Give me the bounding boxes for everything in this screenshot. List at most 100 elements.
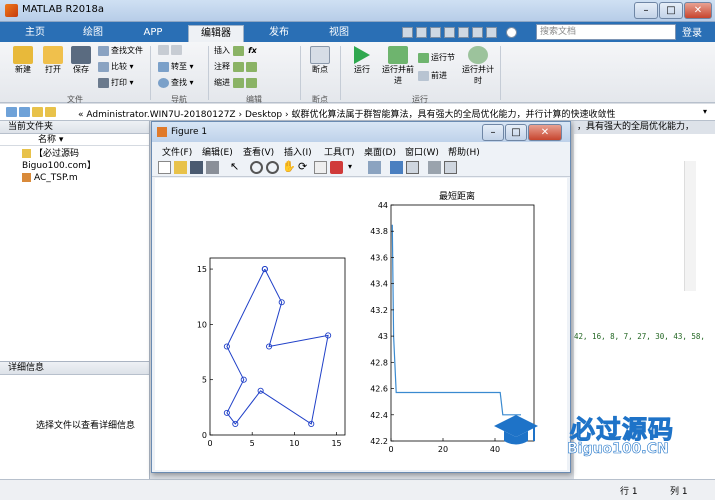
editor-tab-title[interactable]: ，具有强大的全局优化能力， — [574, 121, 715, 134]
open-file-icon[interactable] — [174, 161, 187, 174]
browse-folder-icon[interactable] — [45, 107, 56, 117]
comment-label: 注释 — [214, 62, 230, 71]
data-cursor-icon[interactable] — [314, 161, 327, 174]
open-button[interactable]: 打开 — [40, 46, 66, 75]
nav-arrows[interactable] — [158, 45, 184, 55]
list-item[interactable]: 【必过源码 Biguo100.com】 — [0, 148, 149, 172]
help-icon[interactable] — [506, 27, 517, 38]
address-bar[interactable]: « Administrator.WIN7U-20180127Z › Deskto… — [0, 104, 715, 121]
outdent-icon — [245, 77, 257, 88]
window-title: MATLAB R2018a — [22, 4, 105, 15]
editor-scrollbar[interactable] — [684, 161, 696, 291]
pan-icon[interactable]: ✋ — [282, 161, 296, 174]
menu-desktop[interactable]: 桌面(D) — [364, 145, 396, 158]
link-plot-icon[interactable] — [368, 161, 381, 174]
paste-quick-icon[interactable] — [444, 27, 455, 38]
y-tick-label: 43.8 — [370, 227, 388, 236]
zoom-out-icon[interactable] — [266, 161, 279, 174]
back-arrow-icon[interactable] — [6, 107, 17, 117]
rotate-icon[interactable]: ⟳ — [298, 161, 311, 174]
run-and-time-button[interactable]: 运行并计时 — [462, 46, 494, 86]
insert-button[interactable]: 插入 fx — [214, 45, 257, 56]
search-docs-input[interactable]: 搜索文档 — [536, 24, 676, 40]
hide-tools-icon[interactable] — [428, 161, 441, 174]
goto-button[interactable]: 转至 ▾ — [158, 61, 194, 72]
indent-button[interactable]: 缩进 — [214, 77, 259, 88]
forward-arrow-icon — [171, 45, 182, 55]
name-column-header[interactable]: 名称 ▾ — [0, 134, 149, 146]
zoom-in-icon[interactable] — [250, 161, 263, 174]
current-folder-title: 当前文件夹 — [0, 121, 149, 134]
group-divider — [208, 46, 209, 100]
login-link[interactable]: 登录 — [682, 24, 702, 39]
group-divider — [500, 46, 501, 100]
menu-file[interactable]: 文件(F) — [162, 145, 192, 158]
new-button[interactable]: 新建 — [10, 46, 36, 75]
print-icon — [98, 77, 109, 88]
legend-icon[interactable] — [406, 161, 419, 174]
advance-button[interactable]: 前进 — [418, 70, 447, 81]
list-item[interactable]: AC_TSP.m — [0, 172, 149, 184]
undo-quick-icon[interactable] — [458, 27, 469, 38]
find-button[interactable]: 查找 ▾ — [158, 77, 194, 88]
comment-button[interactable]: 注释 — [214, 61, 259, 72]
figure-minimize-button[interactable]: – — [482, 124, 504, 141]
tab-apps[interactable]: APP — [130, 25, 176, 42]
path-collapse[interactable]: « — [78, 110, 84, 120]
menu-tools[interactable]: 工具(T) — [324, 145, 355, 158]
maximize-button[interactable]: □ — [659, 2, 683, 19]
menu-insert[interactable]: 插入(I) — [284, 145, 312, 158]
tab-plots[interactable]: 绘图 — [70, 25, 116, 42]
find-files-icon — [98, 45, 109, 56]
save-button[interactable]: 保存 — [68, 46, 94, 75]
tab-view[interactable]: 视图 — [316, 25, 362, 42]
pointer-icon[interactable]: ↖ — [230, 161, 243, 174]
tab-home[interactable]: 主页 — [14, 25, 56, 42]
figure-maximize-button[interactable]: □ — [505, 124, 527, 141]
close-button[interactable]: ✕ — [684, 2, 712, 19]
switch-window-icon[interactable] — [486, 27, 497, 38]
save-quick-icon[interactable] — [402, 27, 413, 38]
redo-quick-icon[interactable] — [472, 27, 483, 38]
matlab-figure-icon — [157, 127, 167, 137]
back-arrow-icon — [158, 45, 169, 55]
tab-publish[interactable]: 发布 — [256, 25, 302, 42]
tab-editor[interactable]: 编辑器 — [188, 25, 244, 42]
run-advance-label: 运行并前进 — [382, 65, 414, 85]
file-name: AC_TSP.m — [34, 173, 78, 183]
run-button[interactable]: 运行 — [348, 46, 376, 75]
menu-help[interactable]: 帮助(H) — [448, 145, 480, 158]
compare-button[interactable]: 比较 ▾ — [98, 61, 134, 72]
forward-arrow-icon[interactable] — [19, 107, 30, 117]
path-segment-desktop[interactable]: Desktop — [245, 110, 282, 120]
dock-icon[interactable] — [444, 161, 457, 174]
path-segment-folder[interactable]: 蚁群优化算法属于群智能算法，具有强大的全局优化能力，并行计算的快速收敛性 — [291, 110, 615, 120]
figure-close-button[interactable]: ✕ — [528, 124, 562, 141]
figure-title-bar[interactable]: Figure 1 – □ ✕ — [152, 122, 570, 142]
breakpoints-button[interactable]: 断点 — [306, 46, 334, 75]
compare-icon — [98, 61, 109, 72]
address-path: « Administrator.WIN7U-20180127Z › Deskto… — [78, 107, 615, 120]
path-segment-user[interactable]: Administrator.WIN7U-20180127Z — [86, 110, 235, 120]
menu-edit[interactable]: 编辑(E) — [202, 145, 233, 158]
colorbar-icon[interactable] — [390, 161, 403, 174]
fx-label: fx — [248, 46, 257, 55]
run-section-button[interactable]: 运行节 — [418, 52, 455, 63]
address-nav-icons[interactable] — [6, 107, 58, 117]
brush-icon[interactable] — [330, 161, 343, 174]
brush-dropdown-icon[interactable]: ▾ — [348, 161, 361, 174]
cut-quick-icon[interactable] — [416, 27, 427, 38]
route-plot[interactable]: 0 5 10 15 0 5 10 15 — [197, 257, 346, 448]
find-files-button[interactable]: 查找文件 — [98, 45, 143, 56]
run-advance-button[interactable]: 运行并前进 — [382, 46, 414, 86]
up-folder-icon[interactable] — [32, 107, 43, 117]
print-figure-icon[interactable] — [206, 161, 219, 174]
minimize-button[interactable]: – — [634, 2, 658, 19]
new-figure-icon[interactable] — [158, 161, 171, 174]
print-button[interactable]: 打印 ▾ — [98, 77, 134, 88]
copy-quick-icon[interactable] — [430, 27, 441, 38]
address-dropdown-icon[interactable]: ▾ — [703, 107, 707, 116]
save-figure-icon[interactable] — [190, 161, 203, 174]
menu-window[interactable]: 窗口(W) — [405, 145, 439, 158]
menu-view[interactable]: 查看(V) — [243, 145, 274, 158]
